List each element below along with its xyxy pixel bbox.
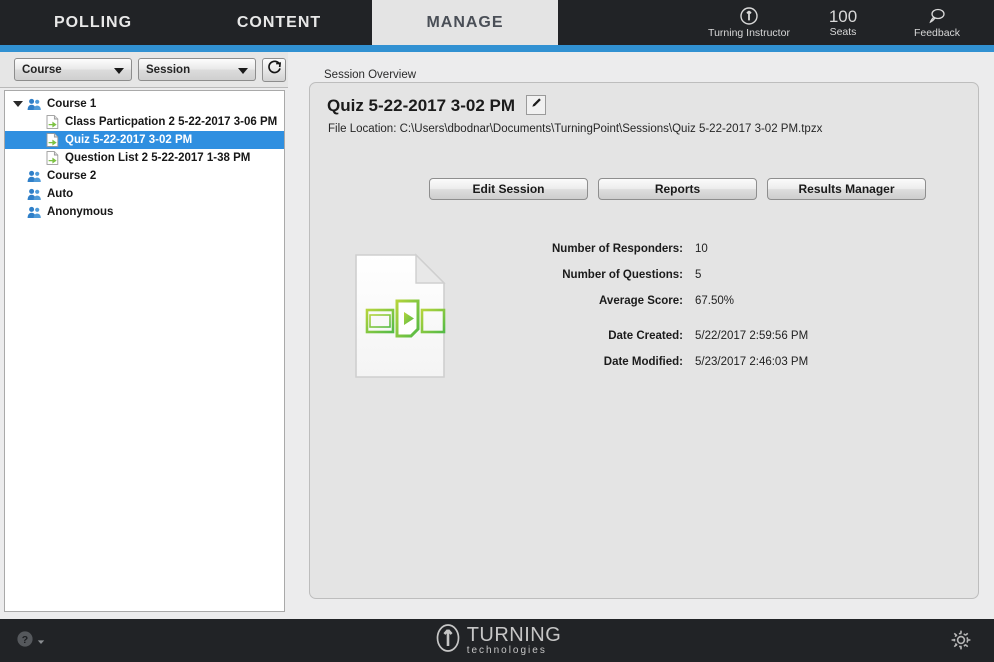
chevron-down-icon[interactable] [11, 101, 24, 107]
main-navigation-tabs: POLLING CONTENT MANAGE [0, 0, 558, 45]
feedback-button[interactable]: Feedback [890, 0, 984, 45]
feedback-bubble-icon [927, 7, 947, 26]
turning-logo-icon [433, 623, 463, 658]
tab-content-label: CONTENT [236, 13, 322, 31]
session-filter-dropdown[interactable]: Session [138, 58, 256, 81]
session-action-buttons: Edit Session Reports Results Manager [429, 178, 926, 200]
session-filter-value: Session [146, 63, 191, 76]
course-people-icon [24, 170, 44, 183]
stat-row-average-score: Average Score: 67.50% [510, 295, 940, 321]
stat-row-date-modified: Date Modified: 5/23/2017 2:46:03 PM [510, 356, 940, 382]
stat-label: Number of Questions: [562, 269, 683, 281]
application-window: POLLING CONTENT MANAGE Turning Instructo… [0, 0, 994, 662]
session-document-icon [42, 151, 62, 165]
stat-value: 10 [695, 243, 708, 255]
brand-logo-text: TURNING technologies [467, 625, 562, 656]
sidebar-pane: Course Session Course 1 Class Particpati… [0, 52, 288, 617]
tree-item-quiz-selected[interactable]: Quiz 5-22-2017 3-02 PM [5, 131, 284, 149]
seats-count: 100 [828, 6, 858, 26]
edit-session-button[interactable]: Edit Session [429, 178, 588, 200]
course-people-icon [24, 98, 44, 111]
tab-polling-label: POLLING [53, 13, 133, 31]
account-label: Turning Instructor [708, 26, 790, 39]
seats-indicator[interactable]: 100 Seats [796, 0, 890, 45]
course-people-icon [24, 206, 44, 219]
tree-item-label: Question List 2 5-22-2017 1-38 PM [65, 152, 251, 164]
stat-row-questions: Number of Questions: 5 [510, 269, 940, 295]
tab-manage-label: MANAGE [426, 13, 504, 31]
stat-value: 5/23/2017 2:46:03 PM [695, 356, 809, 368]
chevron-down-icon [238, 68, 248, 74]
session-statistics: Number of Responders: 10 Number of Quest… [510, 243, 940, 382]
course-filter-dropdown[interactable]: Course [14, 58, 132, 81]
tree-item-anonymous[interactable]: Anonymous [5, 203, 284, 221]
account-button[interactable]: Turning Instructor [702, 0, 796, 45]
stat-row-date-created: Date Created: 5/22/2017 2:59:56 PM [510, 330, 940, 356]
stat-value: 5/22/2017 2:59:56 PM [695, 330, 809, 342]
chevron-down-icon [114, 68, 124, 74]
tree-item-label: Auto [47, 188, 74, 200]
stat-label: Date Created: [608, 330, 683, 342]
tab-polling[interactable]: POLLING [0, 0, 186, 45]
tree-item-label: Class Particpation 2 5-22-2017 3-06 PM [65, 116, 278, 128]
edit-session-button-label: Edit Session [472, 182, 545, 196]
pencil-icon [530, 96, 543, 114]
stat-label: Number of Responders: [552, 243, 683, 255]
tree-item-class-participation[interactable]: Class Particpation 2 5-22-2017 3-06 PM [5, 113, 284, 131]
svg-text:?: ? [22, 634, 28, 646]
edit-session-name-button[interactable] [526, 95, 546, 115]
help-circle-icon: ? [16, 630, 34, 653]
tree-item-label: Course 1 [47, 98, 97, 110]
stat-label: Date Modified: [603, 356, 683, 368]
tree-item-question-list[interactable]: Question List 2 5-22-2017 1-38 PM [5, 149, 284, 167]
stat-value: 67.50% [695, 295, 735, 307]
header-utility-area: Turning Instructor 100 Seats Feedback [702, 0, 984, 45]
results-manager-button-label: Results Manager [798, 182, 895, 196]
stat-label: Average Score: [599, 295, 683, 307]
gear-icon [950, 630, 972, 655]
tree-item-auto[interactable]: Auto [5, 185, 284, 203]
reports-button[interactable]: Reports [598, 178, 757, 200]
sidebar-toolbar: Course Session [0, 52, 288, 88]
tab-content[interactable]: CONTENT [186, 0, 372, 45]
app-footer: TURNING technologies ? [0, 619, 994, 662]
chevron-down-icon [37, 633, 45, 651]
reports-button-label: Reports [654, 182, 701, 196]
tree-item-course-1[interactable]: Course 1 [5, 95, 284, 113]
feedback-label: Feedback [913, 26, 961, 39]
stat-value: 5 [695, 269, 702, 281]
app-header: POLLING CONTENT MANAGE Turning Instructo… [0, 0, 994, 45]
tree-item-label: Course 2 [47, 170, 97, 182]
main-content-pane: Session Overview Quiz 5-22-2017 3-02 PM … [296, 52, 994, 617]
session-document-icon [42, 115, 62, 129]
session-overview-panel: Quiz 5-22-2017 3-02 PM File Location: C:… [309, 82, 979, 599]
tab-manage[interactable]: MANAGE [372, 0, 558, 45]
help-menu-button[interactable]: ? [16, 630, 45, 653]
brand-tagline: technologies [466, 645, 547, 656]
session-tree[interactable]: Course 1 Class Particpation 2 5-22-2017 … [4, 90, 285, 612]
settings-button[interactable] [950, 629, 972, 656]
refresh-button[interactable] [262, 57, 286, 82]
file-location-text: File Location: C:\Users\dbodnar\Document… [328, 123, 823, 135]
refresh-icon [266, 59, 283, 81]
results-manager-button[interactable]: Results Manager [767, 178, 926, 200]
course-people-icon [24, 188, 44, 201]
stat-row-responders: Number of Responders: 10 [510, 243, 940, 269]
brand-logo: TURNING technologies [0, 619, 994, 662]
session-file-large-icon [354, 253, 446, 379]
tree-item-label: Anonymous [47, 206, 114, 218]
brand-name: TURNING [466, 624, 562, 646]
seats-label: Seats [829, 25, 857, 38]
tree-item-label: Quiz 5-22-2017 3-02 PM [65, 134, 193, 146]
accent-bar [0, 45, 994, 52]
session-document-icon [42, 133, 62, 147]
tree-item-course-2[interactable]: Course 2 [5, 167, 284, 185]
session-overview-label: Session Overview [320, 69, 421, 81]
page-title: Quiz 5-22-2017 3-02 PM [327, 96, 516, 115]
course-filter-value: Course [22, 63, 62, 76]
turning-logo-icon [740, 7, 758, 26]
